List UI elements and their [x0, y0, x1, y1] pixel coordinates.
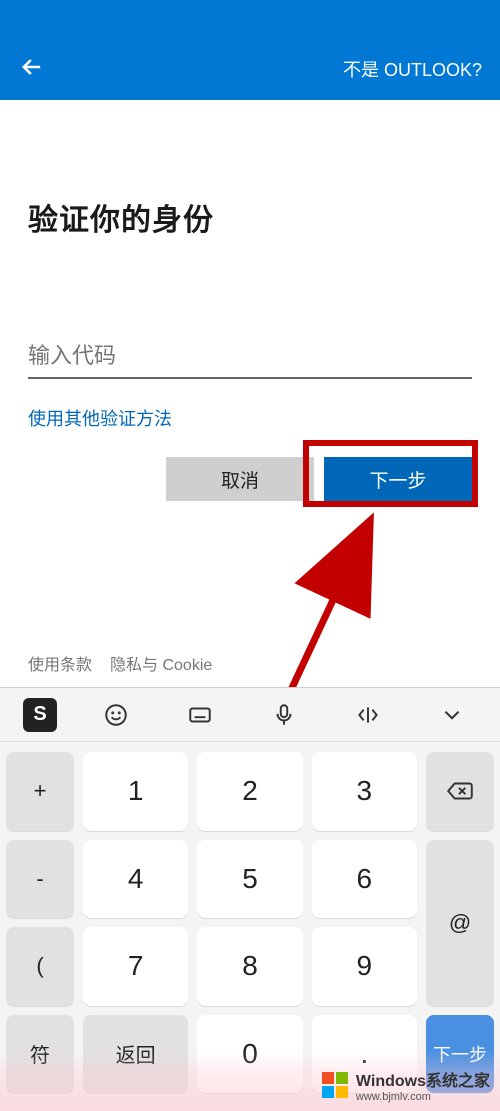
code-input[interactable]: [28, 337, 472, 379]
collapse-keyboard-button[interactable]: [427, 695, 477, 735]
cursor-move-icon: [355, 702, 381, 728]
main-content: 验证你的身份 使用其他验证方法 取消 下一步: [0, 195, 500, 501]
key-1[interactable]: 1: [83, 752, 188, 831]
next-button[interactable]: 下一步: [324, 457, 472, 501]
not-outlook-link[interactable]: 不是 OUTLOOK?: [343, 56, 482, 82]
keyboard-layout-button[interactable]: [175, 695, 225, 735]
key-3[interactable]: 3: [312, 752, 417, 831]
soft-keyboard: S + 1 2 3 - 4 5 6 @ ( 7 8: [0, 687, 500, 1111]
terms-link[interactable]: 使用条款: [28, 651, 92, 675]
key-5[interactable]: 5: [197, 840, 302, 919]
key-7[interactable]: 7: [83, 927, 188, 1006]
key-dot[interactable]: .: [312, 1015, 417, 1094]
key-plus[interactable]: +: [6, 752, 74, 831]
microphone-icon: [271, 702, 297, 728]
cancel-button[interactable]: 取消: [166, 457, 314, 501]
back-button[interactable]: [18, 53, 46, 86]
key-at[interactable]: @: [426, 840, 494, 1006]
key-4[interactable]: 4: [83, 840, 188, 919]
backspace-icon: [445, 779, 475, 803]
key-8[interactable]: 8: [197, 927, 302, 1006]
voice-input-button[interactable]: [259, 695, 309, 735]
keyboard-toolbar: S: [0, 688, 500, 742]
key-next[interactable]: 下一步: [426, 1015, 494, 1094]
emoji-button[interactable]: [91, 695, 141, 735]
key-2[interactable]: 2: [197, 752, 302, 831]
key-minus[interactable]: -: [6, 840, 74, 919]
key-backspace[interactable]: [426, 752, 494, 831]
alt-method-link[interactable]: 使用其他验证方法: [28, 405, 172, 431]
footer-links: 使用条款 隐私与 Cookie: [28, 651, 212, 675]
cursor-move-button[interactable]: [343, 695, 393, 735]
key-9[interactable]: 9: [312, 927, 417, 1006]
privacy-link[interactable]: 隐私与 Cookie: [110, 651, 212, 675]
key-6[interactable]: 6: [312, 840, 417, 919]
key-return[interactable]: 返回: [83, 1015, 188, 1094]
keyboard-grid: + 1 2 3 - 4 5 6 @ ( 7 8 9 符 返回 0 . 下一步: [0, 742, 500, 1111]
key-0[interactable]: 0: [197, 1015, 302, 1094]
chevron-down-icon: [439, 702, 465, 728]
status-bar: [0, 0, 500, 38]
keyboard-icon: [187, 702, 213, 728]
key-symbols[interactable]: 符: [6, 1015, 74, 1094]
app-header: 不是 OUTLOOK?: [0, 38, 500, 100]
smile-icon: [103, 702, 129, 728]
arrow-left-icon: [18, 53, 46, 81]
page-title: 验证你的身份: [28, 195, 472, 239]
key-paren[interactable]: (: [6, 927, 74, 1006]
ime-brand-button[interactable]: S: [23, 698, 57, 732]
button-row: 取消 下一步: [28, 457, 472, 501]
